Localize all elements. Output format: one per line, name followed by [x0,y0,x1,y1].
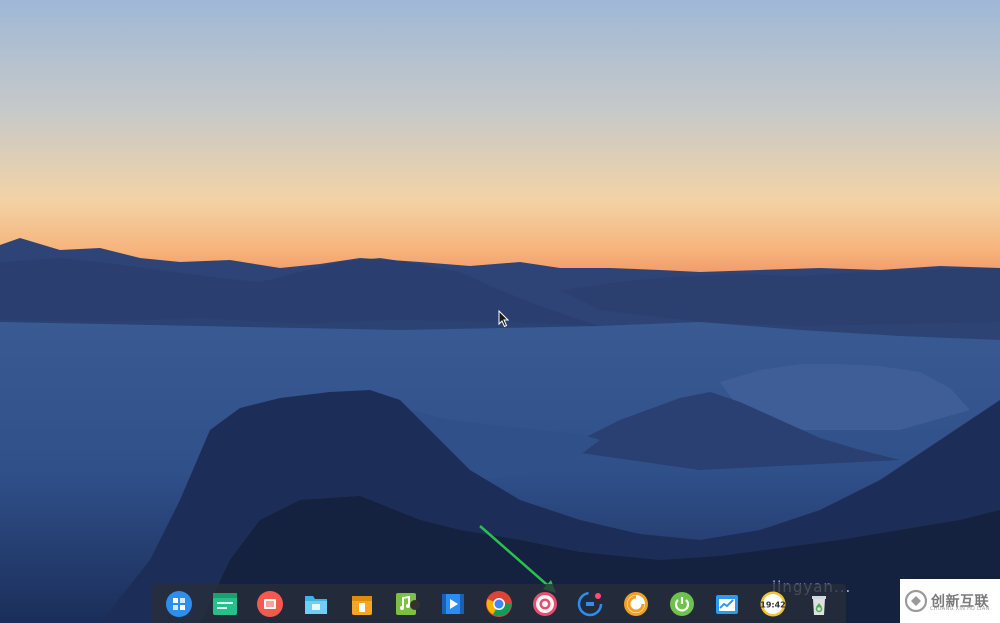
dock-item-terminal[interactable] [207,586,243,622]
launcher-icon [165,590,192,617]
dock-item-video[interactable] [435,586,471,622]
dock-item-trash[interactable] [801,586,837,622]
video-icon [442,593,465,614]
chrome-icon [485,590,512,617]
presentation-icon [257,590,284,617]
clock-icon: 19:42 [760,591,786,616]
site-logo: 创新互联 [900,579,1000,623]
logo-mark-icon [904,589,928,613]
power-icon [669,591,694,616]
browser-icon [624,591,649,616]
logo-subtext: CHUANG XIN HU LIAN [930,606,990,612]
dock-item-clock[interactable]: 19:42 [755,586,791,622]
screenshot-icon [578,591,603,616]
dock-item-music[interactable] [389,586,425,622]
terminal-icon [212,592,237,615]
gear-icon [532,591,557,616]
mouse-cursor [498,310,510,328]
dock-item-file-manager[interactable] [298,586,334,622]
monitor-icon [716,594,739,614]
clock-time: 19:42 [760,600,785,609]
taskbar-dock: 19:42 [152,584,846,623]
dock-item-presentation[interactable] [252,586,288,622]
trash-icon [811,595,826,615]
store-icon [351,595,372,615]
dock-item-launcher[interactable] [161,586,197,622]
dock-item-browser[interactable] [618,586,654,622]
music-icon [396,592,421,615]
dock-item-chrome[interactable] [481,586,517,622]
dock-item-screenshot[interactable] [572,586,608,622]
dock-item-app-store[interactable] [344,586,380,622]
folder-icon [305,595,328,614]
dock-item-system-monitor[interactable] [709,586,745,622]
dock-item-shutdown[interactable] [664,586,700,622]
dock-item-settings[interactable] [527,586,563,622]
